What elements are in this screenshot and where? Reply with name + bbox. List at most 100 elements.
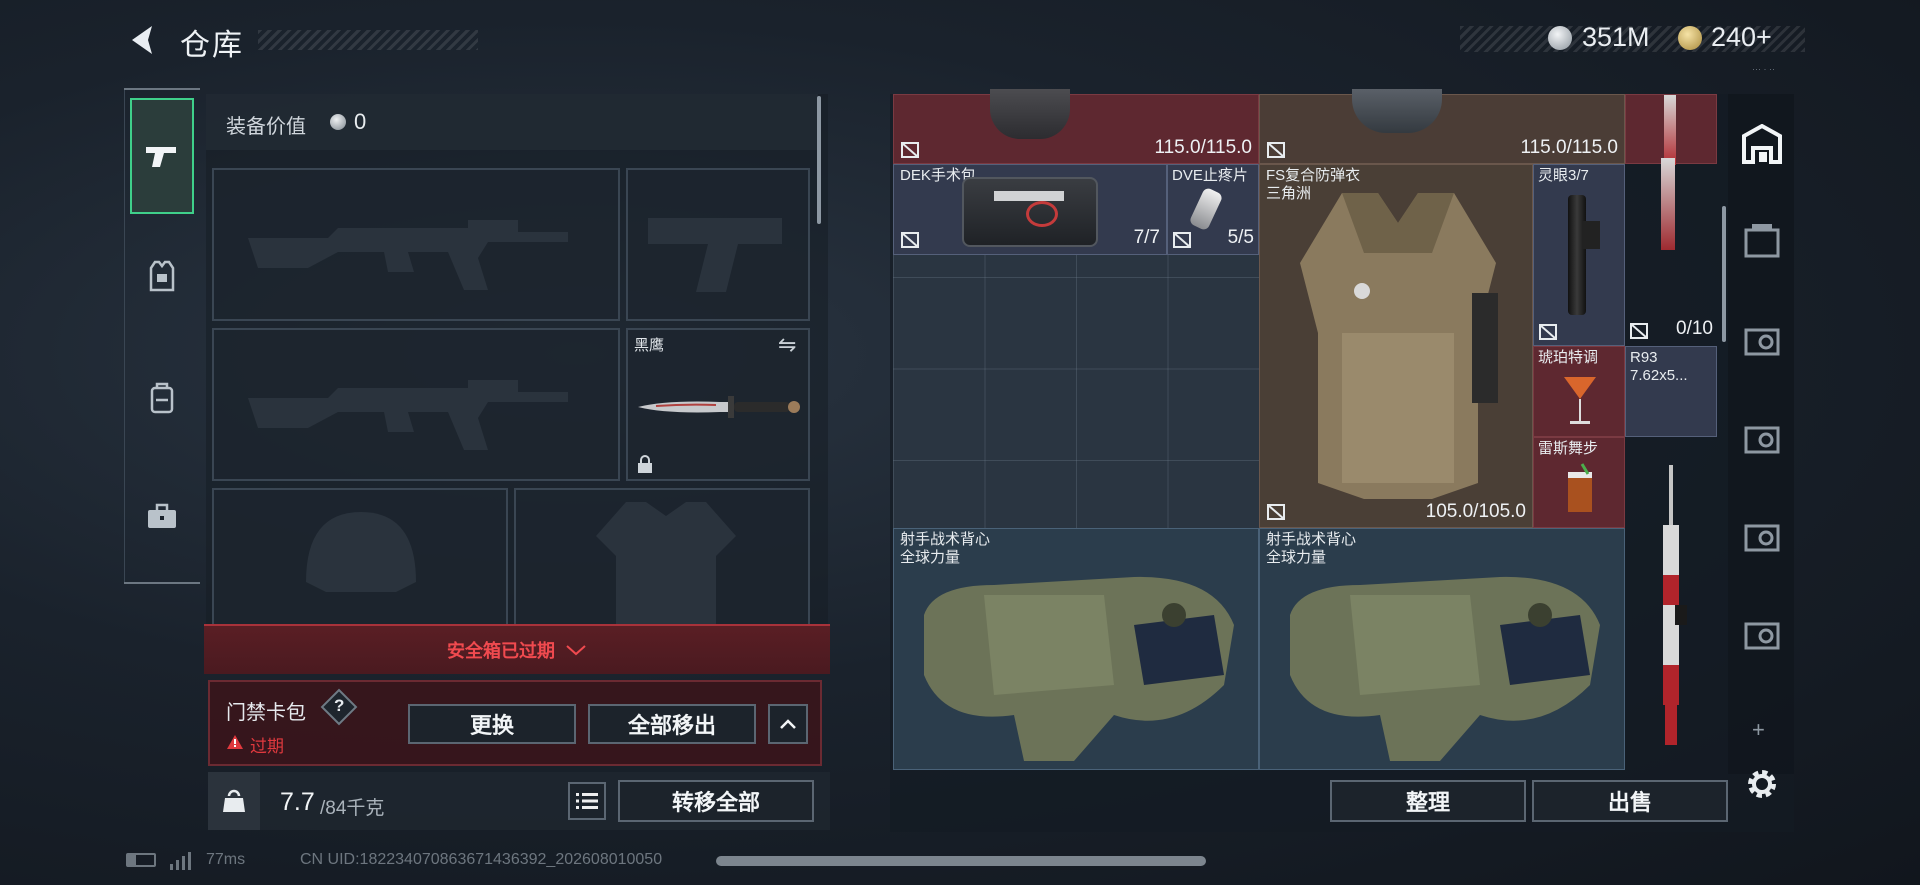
armor-slot[interactable] xyxy=(514,488,810,628)
stash-tab-2[interactable] xyxy=(1742,220,1782,260)
grid-item-r93-ammo[interactable]: R93 7.62x5... xyxy=(1625,346,1717,437)
cocktail-icon xyxy=(1564,377,1596,424)
stash-tab-all[interactable] xyxy=(1738,120,1786,168)
header-tiny-text: ··· · ·· xyxy=(1752,64,1775,74)
safebox-expired-banner[interactable]: 安全箱已过期 xyxy=(204,624,830,674)
stash-tab-6[interactable] xyxy=(1742,614,1782,654)
secondary-weapon-slot[interactable] xyxy=(212,328,620,481)
add-stash-icon[interactable]: + xyxy=(1752,719,1772,741)
scope-mount xyxy=(1582,221,1600,249)
no-insure-icon xyxy=(1630,323,1648,339)
sort-button[interactable]: 整理 xyxy=(1330,780,1526,822)
grid-item-armor[interactable]: FS复合防弹衣 三角洲 105.0/105.0 xyxy=(1259,164,1533,528)
storage-box-icon xyxy=(1744,426,1780,454)
replace-button[interactable]: 更换 xyxy=(408,704,576,744)
painkiller-count: 5/5 xyxy=(1227,227,1254,248)
armor-durability: 105.0/105.0 xyxy=(1425,501,1526,522)
grid-item-sniper-a[interactable]: 0/10 xyxy=(1625,94,1717,346)
silver-coin-icon xyxy=(1548,26,1572,50)
stash-tab-4[interactable] xyxy=(1742,418,1782,458)
uid-text: CN UID:18223407086367143​6392_2026080100… xyxy=(300,851,663,868)
grid-item-vest-2[interactable]: 射手战术背心 全球力量 xyxy=(1259,528,1625,770)
grid-item-vest-1[interactable]: 射手战术背心 全球力量 xyxy=(893,528,1259,770)
helmet-silhouette-icon xyxy=(306,512,416,592)
equip-value-label: 装备价值 xyxy=(226,116,306,138)
armor-silhouette-icon xyxy=(596,502,736,626)
list-view-button[interactable] xyxy=(568,782,606,820)
tab-weapons[interactable] xyxy=(130,98,194,214)
tab-backpack[interactable] xyxy=(130,340,194,456)
expired-status: 过期 xyxy=(250,737,284,756)
grid-item-helmet-b[interactable]: 115.0/115.0 xyxy=(1259,89,1625,164)
silver-currency: 351M xyxy=(1582,22,1650,52)
swap-icon[interactable]: ⇋ xyxy=(778,332,796,358)
loadout-scrollbar[interactable] xyxy=(817,96,821,224)
lock-icon xyxy=(636,454,654,474)
nav-bottom-line xyxy=(124,582,200,584)
primary-weapon-slot[interactable] xyxy=(212,168,620,321)
sidearm-slot[interactable] xyxy=(626,168,810,321)
knife-name: 黑鹰 xyxy=(634,337,665,354)
vest-image xyxy=(1290,576,1600,761)
weight-icon-box xyxy=(208,772,260,830)
vest2-name: 射手战术背心 xyxy=(1266,531,1357,548)
tab-toolbox[interactable] xyxy=(130,458,194,574)
title-decoration xyxy=(258,30,478,50)
grid-item-painkiller[interactable]: DVE止疼片 5/5 xyxy=(1167,164,1259,255)
painkiller-name: DVE止疼片 xyxy=(1172,167,1248,184)
briefcase-icon xyxy=(148,503,176,528)
sell-button[interactable]: 出售 xyxy=(1532,780,1728,822)
transfer-all-button[interactable]: 转移全部 xyxy=(618,780,814,822)
weight-current: 7.7 xyxy=(280,788,315,816)
chevron-down-icon xyxy=(566,645,586,656)
melee-slot[interactable]: 黑鹰 ⇋ xyxy=(626,328,810,481)
grid-item-dance-drink[interactable]: 雷斯舞步 xyxy=(1533,437,1625,528)
back-arrow-icon xyxy=(132,26,152,54)
knife-icon xyxy=(638,396,800,418)
vest-icon xyxy=(149,260,175,292)
pistol-silhouette-icon xyxy=(648,218,782,292)
stash-tab-5[interactable] xyxy=(1742,516,1782,556)
warning-icon xyxy=(227,735,243,749)
sniper-image xyxy=(1661,158,1675,250)
helmet-slot[interactable] xyxy=(212,488,508,628)
amber-drink-name: 琥珀特调 xyxy=(1538,349,1599,366)
no-insure-icon xyxy=(1267,142,1285,158)
grid-item-medkit[interactable]: DEK手术包 7/7 xyxy=(893,164,1167,255)
vest-image xyxy=(924,576,1234,761)
helmet-a-durability: 115.0/115.0 xyxy=(1154,137,1252,158)
nav-top-line xyxy=(124,88,200,90)
no-insure-icon xyxy=(901,232,919,248)
no-insure-icon xyxy=(1267,504,1285,520)
gold-currency[interactable]: 240+ xyxy=(1711,22,1772,53)
tab-equipment[interactable] xyxy=(130,218,194,334)
grid-item-scope[interactable]: 灵眼3/7 xyxy=(1533,164,1625,346)
card-pack-label: 门禁卡包 xyxy=(226,702,306,724)
warehouse-icon xyxy=(1742,124,1782,164)
pistol-icon xyxy=(146,147,176,167)
equip-value: 0 xyxy=(354,109,367,134)
ammo-caliber: 7.62x5... xyxy=(1630,367,1688,384)
helmet-b-durability: 115.0/115.0 xyxy=(1520,137,1618,158)
gear-icon xyxy=(1748,770,1776,798)
stash-scrollbar[interactable] xyxy=(1722,206,1726,342)
home-indicator[interactable] xyxy=(716,856,1206,866)
rifle-silhouette-icon xyxy=(248,220,568,290)
weight-max: /84千克 xyxy=(320,798,385,819)
scope-name: 灵眼3/7 xyxy=(1538,167,1589,184)
collapse-button[interactable] xyxy=(768,704,808,744)
storage-box-icon xyxy=(1744,524,1780,552)
medkit-count: 7/7 xyxy=(1133,227,1160,248)
scope-image xyxy=(1568,195,1586,315)
no-insure-icon xyxy=(901,142,919,158)
grid-item-sniper-b[interactable] xyxy=(1625,437,1717,770)
back-button[interactable] xyxy=(124,22,160,58)
settings-button[interactable] xyxy=(1742,764,1782,804)
remove-all-button[interactable]: 全部移出 xyxy=(588,704,756,744)
list-icon xyxy=(576,793,598,809)
painkiller-image xyxy=(1188,186,1224,232)
grid-item-helmet-a[interactable]: 115.0/115.0 xyxy=(893,89,1259,164)
grid-item-amber-drink[interactable]: 琥珀特调 xyxy=(1533,346,1625,437)
signal-icon xyxy=(170,850,192,870)
stash-tab-3[interactable] xyxy=(1742,320,1782,360)
